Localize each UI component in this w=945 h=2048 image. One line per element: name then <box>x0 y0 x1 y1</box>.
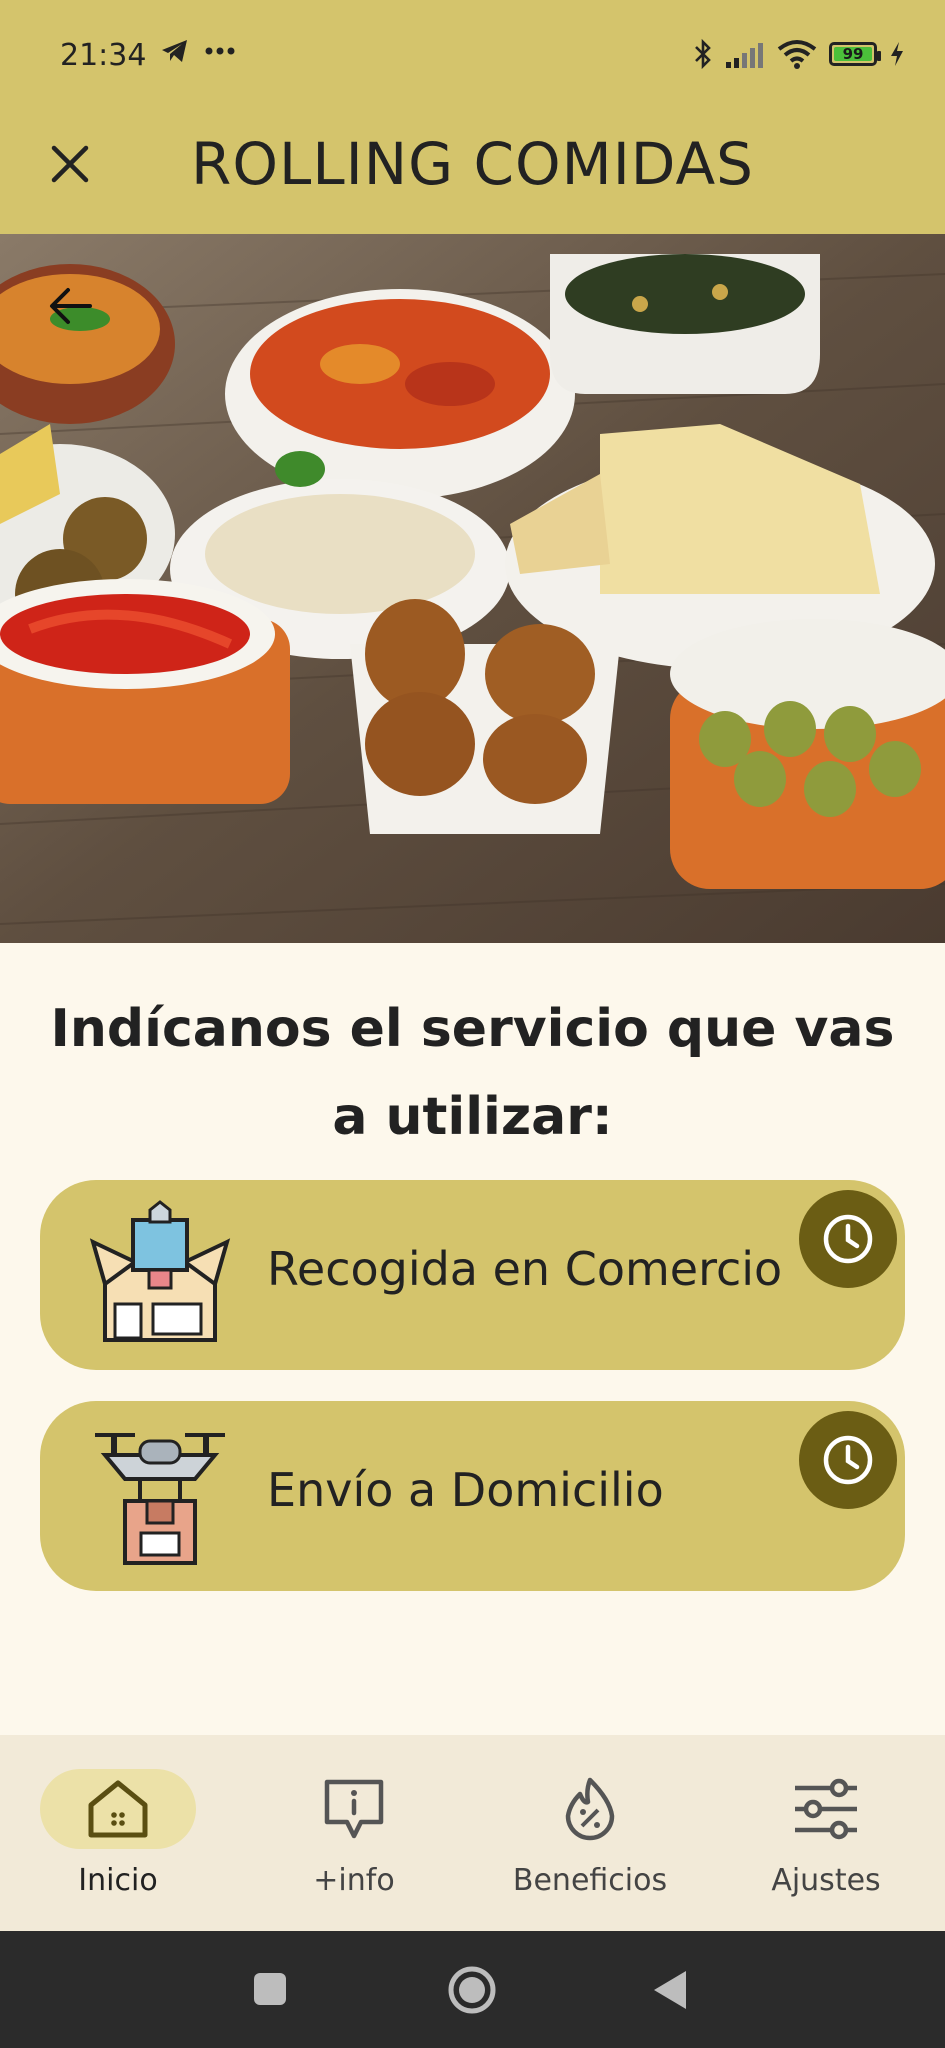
hero-image <box>0 234 945 943</box>
nav-label-inicio: Inicio <box>78 1863 158 1898</box>
delivery-service-button[interactable]: Envío a Domicilio <box>40 1401 905 1591</box>
app-title: ROLLING COMIDAS <box>191 130 754 198</box>
arrow-left-icon[interactable] <box>44 278 100 334</box>
nav-label-beneficios: Beneficios <box>512 1863 668 1898</box>
bottom-navigation: Inicio +info Beneficios Ajustes <box>0 1735 945 1931</box>
status-time: 21:34 <box>60 38 147 73</box>
store-pickup-icon <box>89 1200 231 1342</box>
nav-item-inicio[interactable]: Inicio <box>0 1769 236 1898</box>
sliders-icon <box>795 1778 857 1840</box>
clock-icon <box>823 1435 873 1485</box>
telegram-icon <box>162 40 187 62</box>
system-navigation-bar <box>0 1931 945 2048</box>
service-prompt: Indícanos el servicio que vas a utilizar… <box>50 999 895 1147</box>
recent-apps-icon[interactable] <box>252 1971 288 2007</box>
tapas-illustration <box>0 234 945 943</box>
drone-delivery-icon <box>95 1433 225 1565</box>
home-icon <box>88 1780 148 1838</box>
charging-icon <box>891 42 903 66</box>
nav-item-ajustes[interactable]: Ajustes <box>708 1769 944 1898</box>
nav-label-info: +info <box>313 1863 395 1898</box>
battery-icon: 99 <box>829 42 881 66</box>
info-message-icon <box>324 1779 384 1839</box>
pickup-service-label: Recogida en Comercio <box>267 1242 783 1296</box>
clock-icon <box>823 1214 873 1264</box>
status-bar: 21:34 99 <box>0 0 945 118</box>
bluetooth-icon <box>695 38 711 70</box>
nav-item-beneficios[interactable]: Beneficios <box>472 1769 708 1898</box>
wifi-icon <box>777 40 817 69</box>
signal-icon <box>726 43 763 68</box>
discount-icon <box>565 1777 615 1841</box>
battery-level: 99 <box>842 45 864 63</box>
pickup-service-button[interactable]: Recogida en Comercio <box>40 1180 905 1370</box>
delivery-service-label: Envío a Domicilio <box>267 1463 664 1517</box>
nav-item-info[interactable]: +info <box>236 1769 472 1898</box>
back-triangle-icon[interactable] <box>652 1969 688 2011</box>
pickup-schedule-button[interactable] <box>799 1190 897 1288</box>
delivery-schedule-button[interactable] <box>799 1411 897 1509</box>
more-dots-icon <box>205 47 235 55</box>
nav-label-ajustes: Ajustes <box>771 1863 881 1898</box>
home-circle-icon[interactable] <box>447 1965 497 2015</box>
